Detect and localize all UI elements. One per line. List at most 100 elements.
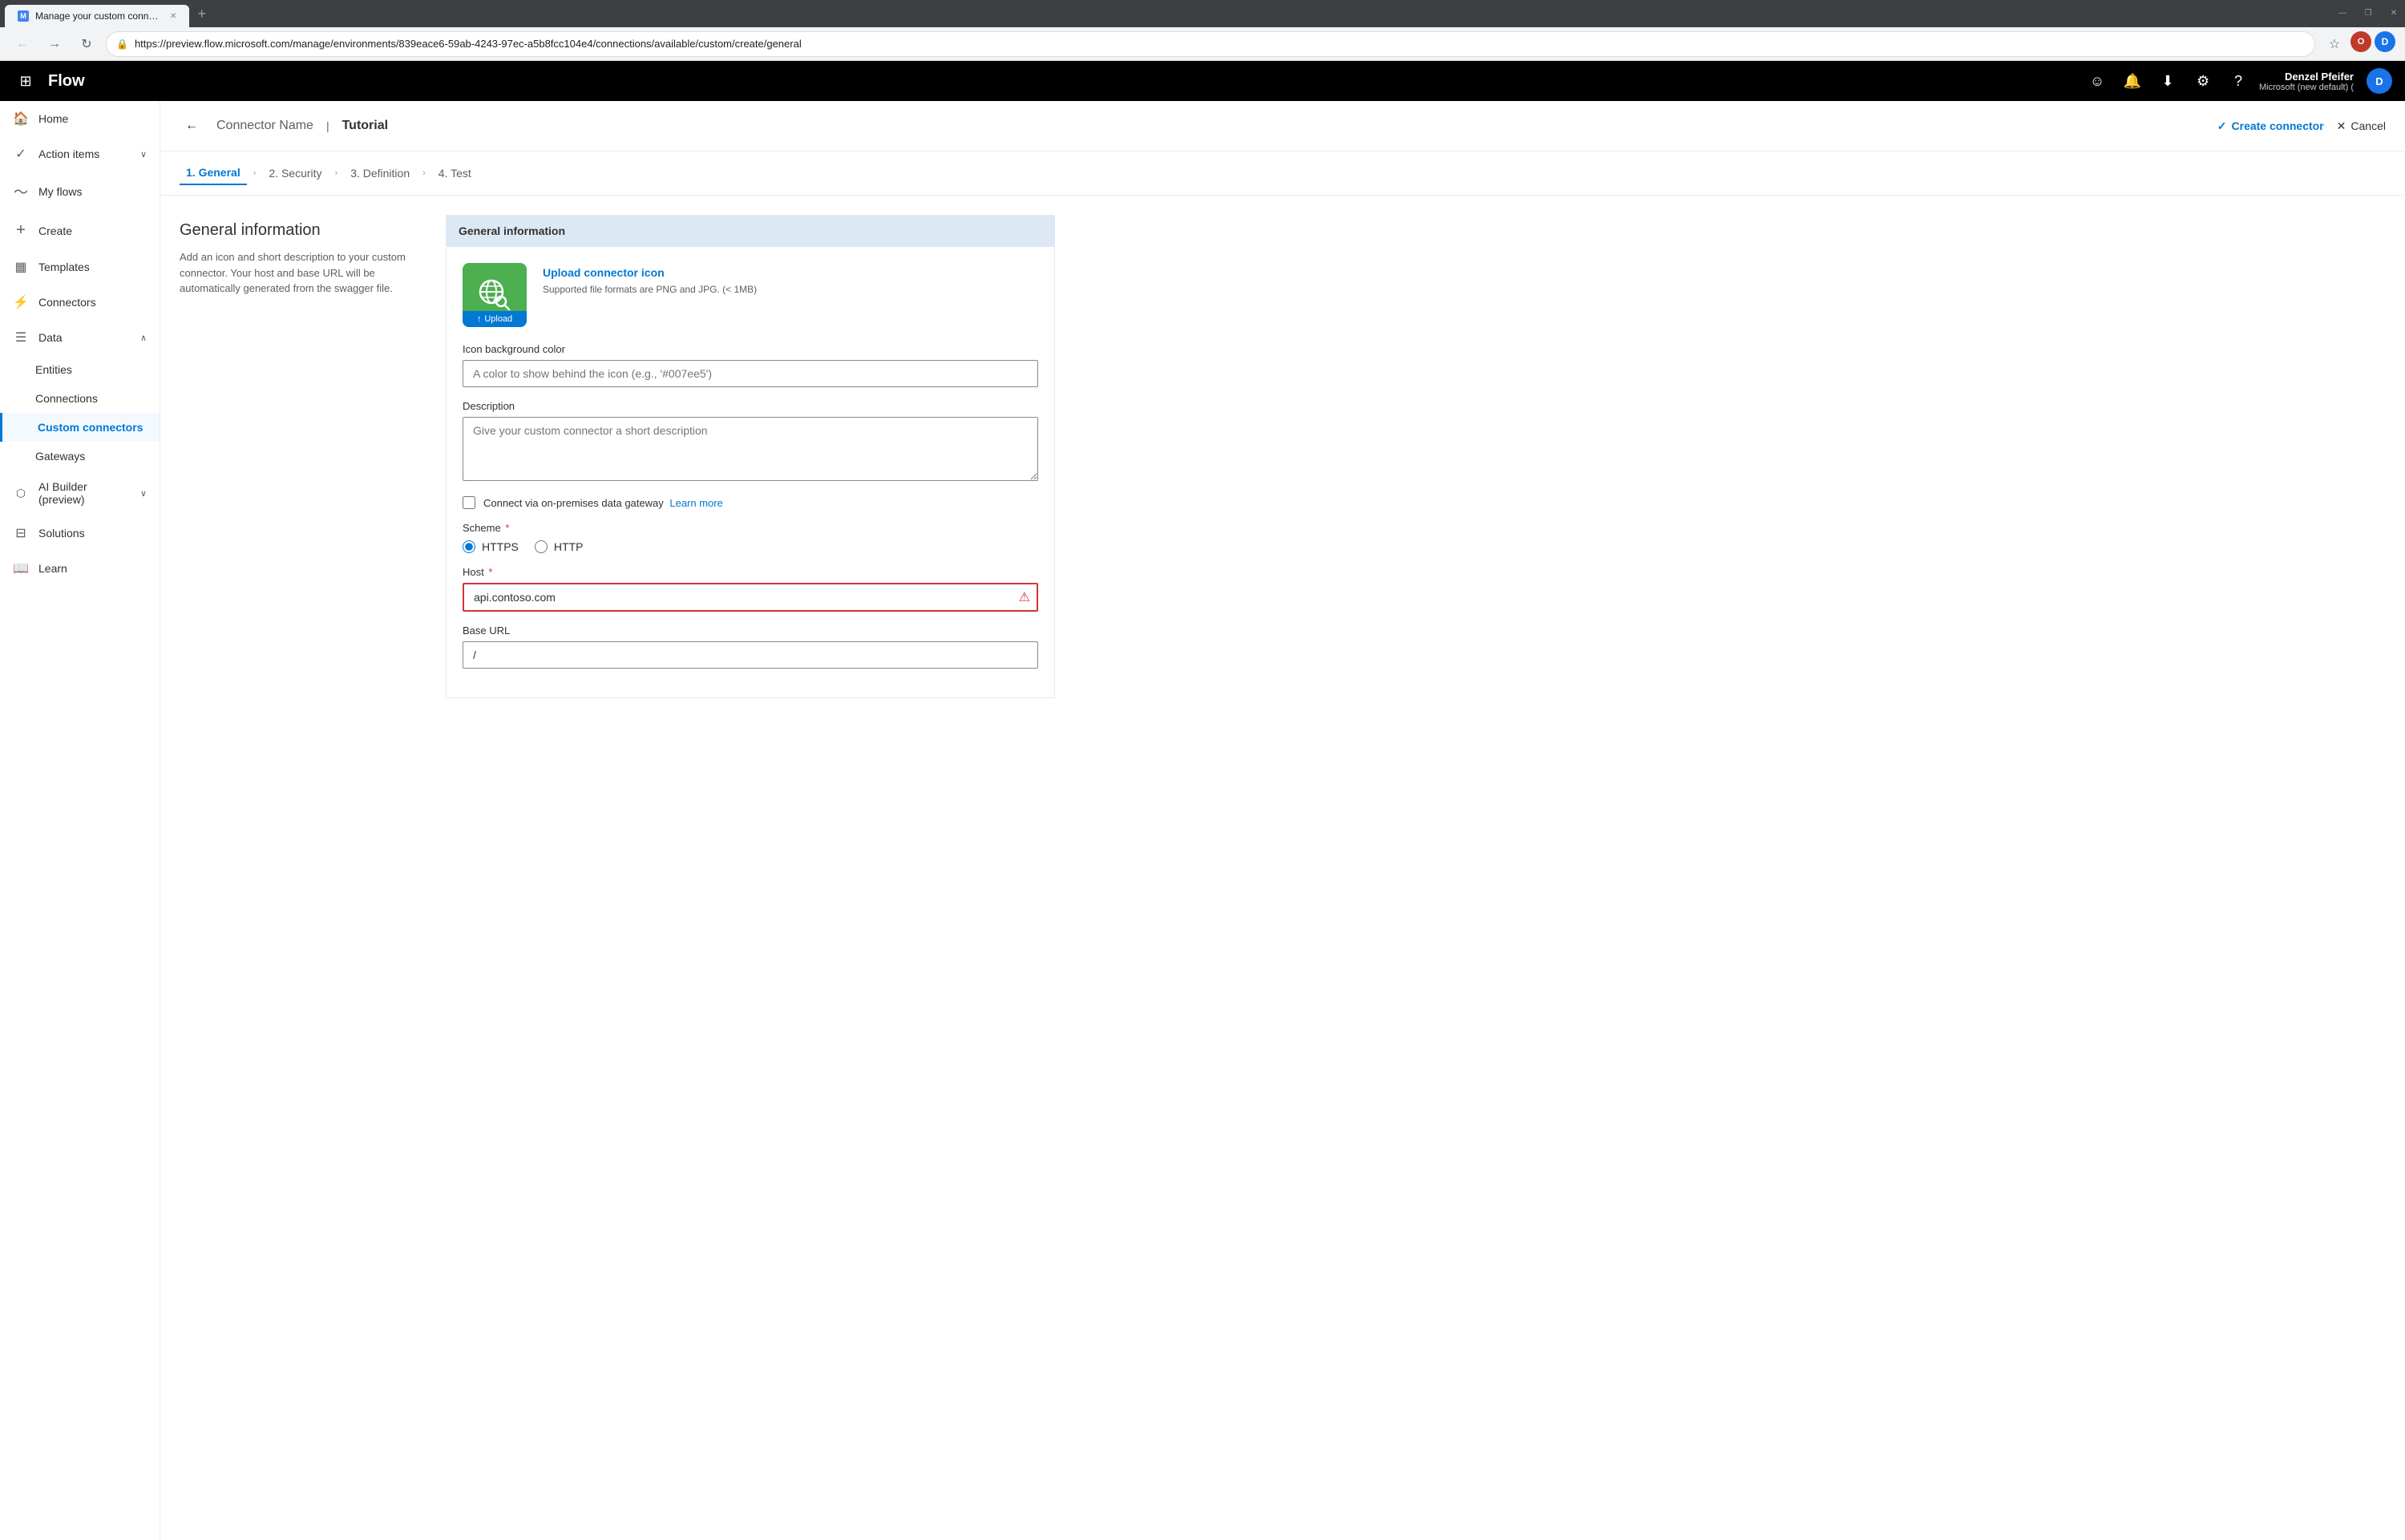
learn-icon: 📖 xyxy=(13,560,29,576)
icon-bg-color-group: Icon background color xyxy=(463,343,1038,387)
content-scroll: General information Add an icon and shor… xyxy=(160,196,2405,1540)
active-browser-tab[interactable]: M Manage your custom connectors ✕ xyxy=(5,5,189,27)
cancel-x-icon: ✕ xyxy=(2337,119,2346,133)
templates-icon: ▦ xyxy=(13,259,29,275)
host-error-icon: ⚠ xyxy=(1019,589,1030,605)
form-section-header: General information xyxy=(446,215,1055,247)
url-text: https://preview.flow.microsoft.com/manag… xyxy=(135,38,802,50)
home-icon: 🏠 xyxy=(13,111,29,127)
upload-area: ↑ Upload Upload connector icon Supported… xyxy=(463,263,1038,327)
learn-more-link[interactable]: Learn more xyxy=(669,497,722,509)
icon-bg-color-label: Icon background color xyxy=(463,343,1038,355)
scheme-http-option[interactable]: HTTP xyxy=(535,540,584,553)
connector-name-label: Connector Name xyxy=(216,119,313,133)
form-section-body: ↑ Upload Upload connector icon Supported… xyxy=(446,247,1055,698)
base-url-label: Base URL xyxy=(463,624,1038,637)
create-icon: + xyxy=(13,221,29,240)
reload-button[interactable]: ↻ xyxy=(74,31,99,57)
sidebar-item-learn[interactable]: 📖 Learn xyxy=(0,551,160,586)
app-logo: Flow xyxy=(48,72,85,91)
scheme-radio-group: HTTPS HTTP xyxy=(463,540,1038,553)
sidebar-item-create[interactable]: + Create xyxy=(0,212,160,249)
sidebar-item-connectors[interactable]: ⚡ Connectors xyxy=(0,285,160,320)
gateway-checkbox[interactable] xyxy=(463,496,475,509)
upload-overlay-button[interactable]: ↑ Upload xyxy=(463,311,527,327)
settings-button[interactable]: ⚙ xyxy=(2189,67,2217,95)
minimize-button[interactable]: — xyxy=(2331,2,2354,24)
scheme-http-radio[interactable] xyxy=(535,540,548,553)
page-title: Tutorial xyxy=(342,119,388,133)
feedback-button[interactable]: ☺ xyxy=(2083,67,2112,95)
connectors-icon: ⚡ xyxy=(13,294,29,310)
bookmark-button[interactable]: ☆ xyxy=(2322,31,2347,57)
description-body: Add an icon and short description to you… xyxy=(180,249,420,297)
app-topbar: ⊞ Flow ☺ 🔔 ⬇ ⚙ ? Denzel Pfeifer Microsof… xyxy=(0,61,2405,101)
solutions-icon: ⊟ xyxy=(13,525,29,541)
scheme-https-radio[interactable] xyxy=(463,540,475,553)
host-input[interactable] xyxy=(463,583,1038,612)
maximize-button[interactable]: ❐ xyxy=(2357,2,2379,24)
upload-connector-icon-link[interactable]: Upload connector icon xyxy=(543,266,757,279)
back-nav-button[interactable]: ← xyxy=(10,31,35,57)
tab-favicon: M xyxy=(18,10,29,22)
gateway-checkbox-label: Connect via on-premises data gateway Lea… xyxy=(483,497,723,509)
sidebar-item-data[interactable]: ☰ Data ∧ xyxy=(0,320,160,355)
ai-builder-chevron-down-icon: ∨ xyxy=(140,488,147,499)
form-panel: General information xyxy=(446,215,1055,1521)
scheme-required-indicator: * xyxy=(505,522,509,534)
sidebar-item-templates[interactable]: ▦ Templates xyxy=(0,249,160,285)
my-flows-icon: 〜 xyxy=(13,181,29,202)
create-connector-button[interactable]: ✓ Create connector xyxy=(2217,119,2324,133)
notifications-button[interactable]: 🔔 xyxy=(2118,67,2147,95)
new-tab-button[interactable]: + xyxy=(189,1,214,27)
gateway-checkbox-row: Connect via on-premises data gateway Lea… xyxy=(463,496,1038,509)
step-security[interactable]: 2. Security xyxy=(262,162,328,184)
sidebar-sub-item-connections[interactable]: Connections xyxy=(0,384,160,413)
description-label: Description xyxy=(463,400,1038,412)
description-textarea[interactable] xyxy=(463,417,1038,481)
connector-icon-preview: ↑ Upload xyxy=(463,263,527,327)
scheme-group: Scheme * HTTPS xyxy=(463,522,1038,553)
sidebar-sub-item-entities[interactable]: Entities xyxy=(0,355,160,384)
lock-icon: 🔒 xyxy=(116,38,128,50)
sidebar-item-ai-builder[interactable]: ⬡ AI Builder (preview) ∨ xyxy=(0,471,160,515)
content-area: ← Connector Name | Tutorial ✓ Create con… xyxy=(160,101,2405,1540)
scheme-https-option[interactable]: HTTPS xyxy=(463,540,519,553)
sidebar-item-action-items[interactable]: ✓ Action items ∨ xyxy=(0,136,160,172)
browser-tab-bar: M Manage your custom connectors ✕ + — ❐ … xyxy=(0,0,2405,27)
action-items-icon: ✓ xyxy=(13,146,29,162)
sidebar-sub-item-custom-connectors[interactable]: Custom connectors xyxy=(0,413,160,442)
sidebar-item-my-flows[interactable]: 〜 My flows xyxy=(0,172,160,212)
tab-title: Manage your custom connectors xyxy=(35,10,164,22)
ai-builder-icon: ⬡ xyxy=(13,487,29,500)
create-connector-check-icon: ✓ xyxy=(2217,119,2227,133)
download-button[interactable]: ⬇ xyxy=(2153,67,2182,95)
step-general[interactable]: 1. General xyxy=(180,161,247,185)
sidebar-item-solutions[interactable]: ⊟ Solutions xyxy=(0,515,160,551)
upload-arrow-icon: ↑ xyxy=(477,314,482,324)
back-button[interactable]: ← xyxy=(180,114,204,138)
base-url-input[interactable] xyxy=(463,641,1038,669)
cancel-button[interactable]: ✕ Cancel xyxy=(2337,119,2386,133)
content-header: ← Connector Name | Tutorial ✓ Create con… xyxy=(160,101,2405,152)
address-bar[interactable]: 🔒 https://preview.flow.microsoft.com/man… xyxy=(106,31,2315,57)
step-definition[interactable]: 3. Definition xyxy=(344,162,416,184)
close-button[interactable]: ✕ xyxy=(2383,2,2405,24)
icon-bg-color-input[interactable] xyxy=(463,360,1038,387)
base-url-group: Base URL xyxy=(463,624,1038,669)
host-label: Host * xyxy=(463,566,1038,578)
waffle-icon[interactable]: ⊞ xyxy=(13,68,38,94)
tab-close-button[interactable]: ✕ xyxy=(170,12,176,21)
sidebar: 🏠 Home ✓ Action items ∨ 〜 My flows + Cre… xyxy=(0,101,160,1540)
topbar-right: ☺ 🔔 ⬇ ⚙ ? Denzel Pfeifer Microsoft (new … xyxy=(2083,67,2392,95)
step-chevron-1: › xyxy=(253,168,257,178)
step-test[interactable]: 4. Test xyxy=(432,162,478,184)
step-chevron-2: › xyxy=(335,168,338,178)
user-avatar[interactable]: D xyxy=(2367,68,2392,94)
help-button[interactable]: ? xyxy=(2224,67,2253,95)
sidebar-item-home[interactable]: 🏠 Home xyxy=(0,101,160,136)
sidebar-sub-item-gateways[interactable]: Gateways xyxy=(0,442,160,471)
profile-avatar[interactable]: D xyxy=(2375,31,2395,52)
forward-nav-button[interactable]: → xyxy=(42,31,67,57)
extension-button[interactable]: O xyxy=(2350,31,2371,52)
